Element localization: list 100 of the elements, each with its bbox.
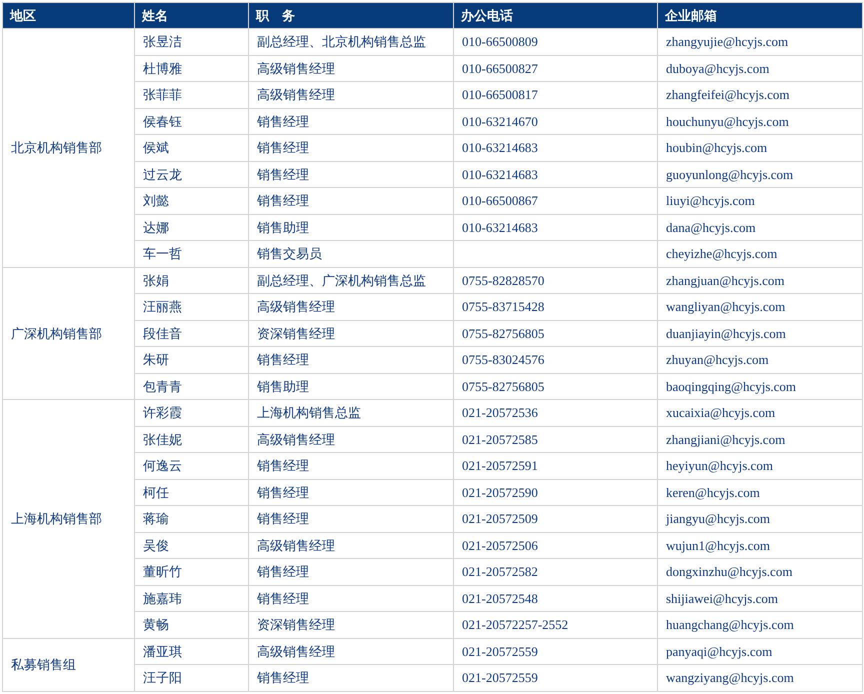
name-cell: 张菲菲 [134,82,248,108]
email-cell: guoyunlong@hcyjs.com [658,161,862,188]
title-cell: 销售经理 [248,452,454,479]
name-cell: 刘懿 [134,188,248,214]
title-cell: 销售经理 [248,134,454,161]
email-cell: wujun1@hcyjs.com [658,532,862,558]
name-cell: 达娜 [134,214,248,240]
phone-cell: 0755-83715428 [454,294,658,320]
region-cell: 私募销售组 [2,638,134,691]
name-cell: 张昱洁 [134,28,248,55]
name-cell: 汪子阳 [134,664,248,691]
title-cell: 高级销售经理 [248,532,454,558]
name-cell: 张娟 [134,267,248,294]
phone-cell: 021-20572559 [454,638,658,664]
phone-cell: 010-63214683 [454,134,658,161]
phone-cell: 0755-82828570 [454,267,658,294]
email-cell: zhangfeifei@hcyjs.com [658,82,862,108]
email-cell: cheyizhe@hcyjs.com [658,240,862,267]
name-cell: 吴俊 [134,532,248,558]
title-cell: 高级销售经理 [248,638,454,664]
phone-cell: 010-66500809 [454,28,658,55]
title-cell: 副总经理、北京机构销售总监 [248,28,454,55]
column-header: 地区 [2,2,134,28]
title-cell: 销售经理 [248,108,454,134]
phone-cell: 021-20572591 [454,452,658,479]
column-header: 办公电话 [454,2,658,28]
name-cell: 车一哲 [134,240,248,267]
phone-cell: 021-20572590 [454,479,658,506]
title-cell: 销售经理 [248,161,454,188]
email-cell: liuyi@hcyjs.com [658,188,862,214]
phone-cell: 010-66500867 [454,188,658,214]
email-cell: xucaixia@hcyjs.com [658,400,862,426]
column-header: 企业邮箱 [658,2,862,28]
name-cell: 何逸云 [134,452,248,479]
email-cell: zhangjiani@hcyjs.com [658,426,862,452]
title-cell: 资深销售经理 [248,320,454,346]
name-cell: 汪丽燕 [134,294,248,320]
name-cell: 朱研 [134,346,248,373]
email-cell: heyiyun@hcyjs.com [658,452,862,479]
email-cell: duanjiayin@hcyjs.com [658,320,862,346]
email-cell: zhuyan@hcyjs.com [658,346,862,373]
name-cell: 过云龙 [134,161,248,188]
title-cell: 副总经理、广深机构销售总监 [248,267,454,294]
name-cell: 柯任 [134,479,248,506]
title-cell: 销售经理 [248,558,454,585]
email-cell: dana@hcyjs.com [658,214,862,240]
title-cell: 高级销售经理 [248,55,454,82]
region-cell: 北京机构销售部 [2,28,134,267]
name-cell: 包青青 [134,373,248,400]
phone-cell: 021-20572509 [454,506,658,532]
column-header: 职 务 [248,2,454,28]
email-cell: houbin@hcyjs.com [658,134,862,161]
email-cell: zhangyujie@hcyjs.com [658,28,862,55]
column-header: 姓名 [134,2,248,28]
phone-cell: 021-20572536 [454,400,658,426]
name-cell: 侯春钰 [134,108,248,134]
name-cell: 侯斌 [134,134,248,161]
email-cell: wangliyan@hcyjs.com [658,294,862,320]
name-cell: 段佳音 [134,320,248,346]
email-cell: panyaqi@hcyjs.com [658,638,862,664]
phone-cell: 0755-82756805 [454,373,658,400]
email-cell: keren@hcyjs.com [658,479,862,506]
email-cell: shijiawei@hcyjs.com [658,585,862,612]
name-cell: 黄畅 [134,612,248,638]
name-cell: 潘亚琪 [134,638,248,664]
title-cell: 销售经理 [248,479,454,506]
phone-cell: 021-20572585 [454,426,658,452]
name-cell: 施嘉玮 [134,585,248,612]
phone-cell: 021-20572506 [454,532,658,558]
title-cell: 销售经理 [248,188,454,214]
phone-cell: 021-20572559 [454,664,658,691]
title-cell: 高级销售经理 [248,294,454,320]
phone-cell: 021-20572582 [454,558,658,585]
title-cell: 销售交易员 [248,240,454,267]
title-cell: 销售经理 [248,664,454,691]
email-cell: dongxinzhu@hcyjs.com [658,558,862,585]
email-cell: huangchang@hcyjs.com [658,612,862,638]
phone-cell: 010-63214683 [454,161,658,188]
region-cell: 广深机构销售部 [2,267,134,400]
email-cell: zhangjuan@hcyjs.com [658,267,862,294]
name-cell: 董昕竹 [134,558,248,585]
title-cell: 销售经理 [248,506,454,532]
phone-cell: 010-63214670 [454,108,658,134]
title-cell: 资深销售经理 [248,612,454,638]
title-cell: 高级销售经理 [248,426,454,452]
email-cell: houchunyu@hcyjs.com [658,108,862,134]
phone-cell: 0755-82756805 [454,320,658,346]
email-cell: baoqingqing@hcyjs.com [658,373,862,400]
name-cell: 杜博雅 [134,55,248,82]
email-cell: jiangyu@hcyjs.com [658,506,862,532]
phone-cell: 010-66500827 [454,55,658,82]
title-cell: 销售助理 [248,214,454,240]
email-cell: duboya@hcyjs.com [658,55,862,82]
phone-cell: 021-20572257-2552 [454,612,658,638]
phone-cell: 0755-83024576 [454,346,658,373]
name-cell: 许彩霞 [134,400,248,426]
name-cell: 张佳妮 [134,426,248,452]
phone-cell: 010-63214683 [454,214,658,240]
phone-cell: 010-66500817 [454,82,658,108]
name-cell: 蒋瑜 [134,506,248,532]
